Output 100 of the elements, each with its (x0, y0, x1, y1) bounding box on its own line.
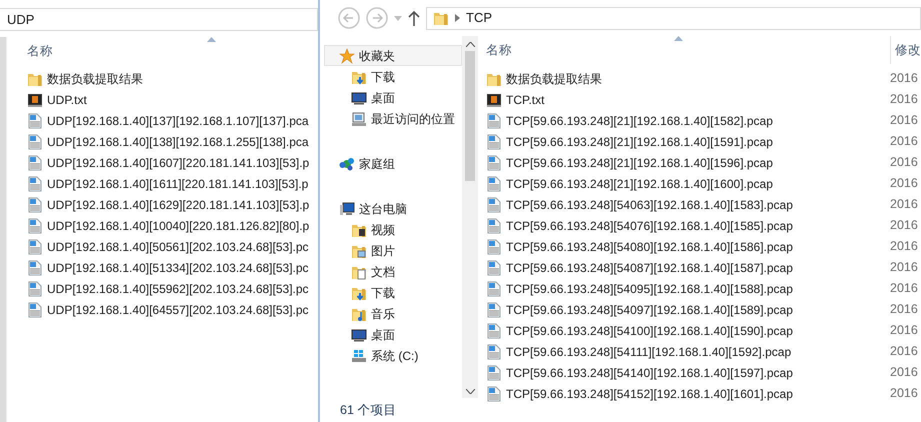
column-header[interactable]: 名称 (486, 40, 512, 60)
date-cell-text: 2016 (890, 70, 919, 88)
folder-icon (433, 10, 449, 26)
pcap-file-icon (486, 344, 502, 360)
file-name[interactable]: TCP[59.66.193.248][21][192.168.1.40][1600].pcap (506, 174, 773, 192)
pcap-file-icon (486, 238, 502, 254)
address-bar[interactable]: TCP (426, 6, 921, 30)
file-name[interactable]: TCP[59.66.193.248][54063][192.168.1.40][1583].pcap (506, 196, 793, 214)
drive-icon (351, 348, 367, 364)
breadcrumb-arrow-icon (455, 14, 460, 22)
date-cell-text: 2016 (890, 196, 919, 214)
pcap-file-icon (27, 196, 43, 212)
nav-item[interactable]: 视频 (324, 219, 462, 240)
pcap-file-icon (486, 364, 502, 380)
date-cell-text: 2016 (890, 322, 919, 340)
nav-item[interactable]: 音乐 (324, 303, 462, 324)
date-cell-text: 2016 (890, 238, 919, 256)
pcap-file-icon (486, 260, 502, 276)
file-name[interactable]: TCP[59.66.193.248][21][192.168.1.40][1596].pcap (506, 154, 773, 172)
address-bar[interactable]: UDP (0, 8, 318, 31)
nav-item[interactable]: 最近访问的位置 (324, 108, 462, 129)
scrollbar[interactable] (462, 36, 478, 398)
homegroup-icon (339, 156, 355, 172)
dropdown-caret-icon (394, 16, 402, 20)
date-cell-text: 2016 (890, 154, 919, 172)
file-name[interactable]: 数据负载提取结果 (506, 70, 602, 88)
file-name[interactable]: TCP[59.66.193.248][54100][192.168.1.40][1590].pcap (506, 322, 793, 340)
file-name[interactable]: UDP.txt (47, 90, 87, 108)
file-name[interactable]: UDP[192.168.1.40][55962][202.103.24.68][53].pc (47, 280, 309, 298)
nav-item[interactable]: 图片 (324, 240, 462, 261)
star-icon (339, 48, 355, 64)
file-name[interactable]: UDP[192.168.1.40][10040][220.181.126.82][80].p (47, 216, 310, 234)
file-name[interactable]: TCP[59.66.193.248][54111][192.168.1.40][1592].pcap (506, 342, 792, 360)
scroll-thumb[interactable] (465, 51, 475, 181)
pcap-file-icon (486, 322, 502, 338)
file-name[interactable]: UDP[192.168.1.40][1607][220.181.141.103][53].p (47, 154, 310, 172)
nav-item[interactable]: 文档 (324, 261, 462, 282)
pcap-file-icon (27, 218, 43, 234)
file-name[interactable]: TCP[59.66.193.248][21][192.168.1.40][1582].pcap (506, 112, 773, 130)
file-name[interactable]: TCP[59.66.193.248][54152][192.168.1.40][1601].pcap (506, 384, 793, 402)
date-cell-text: 2016 (890, 112, 919, 130)
nav-item[interactable]: 家庭组 (324, 153, 462, 174)
pcap-file-icon (27, 280, 43, 296)
date-cell-text: 2016 (890, 133, 919, 150)
scrollbar[interactable] (0, 37, 7, 422)
sort-arrow-icon (207, 37, 216, 42)
recent-places-icon (351, 110, 367, 126)
date-cell-text: 2016 (890, 385, 919, 402)
nav-item[interactable]: 下载 (324, 282, 462, 303)
file-name[interactable]: TCP[59.66.193.248][54080][192.168.1.40][1586].pcap (506, 238, 793, 256)
back-button-icon (338, 7, 360, 29)
file-name[interactable]: TCP[59.66.193.248][54076][192.168.1.40][1585].pcap (506, 216, 793, 234)
file-name[interactable]: 数据负载提取结果 (47, 70, 143, 88)
pcap-file-icon (486, 218, 502, 234)
file-name[interactable]: TCP.txt (506, 90, 544, 108)
pcap-file-icon (27, 302, 43, 318)
date-cell-text: 2016 (890, 217, 919, 234)
computer-icon (339, 200, 355, 216)
pcap-file-icon (486, 154, 502, 170)
file-name[interactable]: UDP[192.168.1.40][1611][220.181.141.103][53].p (47, 174, 308, 192)
pcap-file-icon (27, 134, 43, 150)
pcap-file-icon (486, 134, 502, 150)
nav-item[interactable]: 桌面 (324, 324, 462, 345)
pcap-file-icon (486, 386, 502, 402)
file-name[interactable]: UDP[192.168.1.40][50561][202.103.24.68][53].pc (47, 238, 309, 256)
text-file-icon (27, 92, 43, 108)
date-cell-text: 2016 (890, 259, 919, 276)
scroll-down-icon (466, 389, 474, 394)
file-name[interactable]: UDP[192.168.1.40][1629][220.181.141.103][53].p (47, 196, 310, 214)
forward-button-icon (366, 7, 388, 29)
file-name[interactable]: TCP[59.66.193.248][21][192.168.1.40][1591].pcap (506, 132, 773, 150)
date-cell-text: 2016 (890, 175, 919, 192)
pcap-file-icon (486, 280, 502, 296)
date-cell-text: 2016 (890, 301, 919, 318)
file-name[interactable]: TCP[59.66.193.248][54140][192.168.1.40][1597].pcap (506, 364, 793, 382)
date-cell-text: 2016 (890, 280, 919, 298)
file-name[interactable]: UDP[192.168.1.40][51334][202.103.24.68][53].pc (47, 258, 309, 276)
nav-item[interactable]: 这台电脑 (324, 198, 462, 219)
pcap-file-icon (27, 260, 43, 276)
file-name[interactable]: TCP[59.66.193.248][54087][192.168.1.40][1587].pcap (506, 258, 793, 276)
column-header[interactable]: 修改 (895, 40, 921, 60)
file-name[interactable]: TCP[59.66.193.248][54095][192.168.1.40][1588].pcap (506, 280, 793, 298)
pcap-file-icon (486, 176, 502, 192)
date-cell-text: 2016 (890, 91, 919, 108)
column-header[interactable]: 名称 (27, 42, 53, 60)
nav-item[interactable]: 收藏夹 (324, 45, 462, 66)
nav-item[interactable]: 下载 (324, 66, 462, 87)
pcap-file-icon (27, 176, 43, 192)
file-name[interactable]: TCP[59.66.193.248][54097][192.168.1.40][1589].pcap (506, 300, 793, 318)
pcap-file-icon (486, 196, 502, 212)
file-name[interactable]: UDP[192.168.1.40][138][192.168.1.255][138].pca (47, 132, 309, 150)
pcap-file-icon (486, 302, 502, 318)
pcap-file-icon (27, 238, 43, 254)
date-cell-text: 2016 (890, 364, 919, 382)
file-name[interactable]: UDP[192.168.1.40][137][192.168.1.107][137].pca (47, 112, 309, 130)
nav-item[interactable]: 系统 (C:) (324, 345, 462, 366)
pcap-file-icon (27, 112, 43, 128)
file-name[interactable]: UDP[192.168.1.40][64557][202.103.24.68][53].pc (47, 300, 309, 318)
pcap-file-icon (486, 112, 502, 128)
nav-item[interactable]: 桌面 (324, 87, 462, 108)
